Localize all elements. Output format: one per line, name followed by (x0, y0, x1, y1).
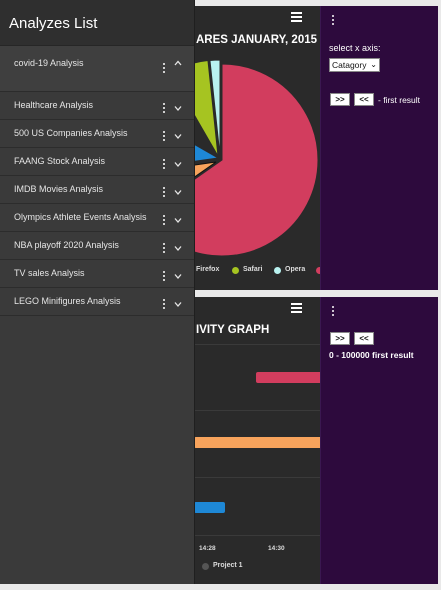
sidebar-title: Analyzes List (9, 15, 98, 32)
chart-controls: select x axis: Catagory ⌄ >> << - first … (320, 6, 438, 290)
pie-chart-area: ARES JANUARY, 2015 TO Firefox Safari Ope… (194, 6, 320, 290)
prev-page-button[interactable]: << (354, 332, 374, 345)
chevron-down-icon[interactable] (174, 160, 182, 168)
prev-page-button[interactable]: << (354, 93, 374, 106)
gantt-bar-1[interactable] (256, 372, 320, 383)
grid-line (194, 477, 320, 478)
legend-safari[interactable]: Safari (243, 266, 262, 273)
more-options-icon[interactable] (162, 159, 166, 170)
sidebar-item[interactable]: NBA playoff 2020 Analysis (0, 232, 194, 260)
sidebar-item[interactable]: covid-19 Analysis (0, 46, 194, 92)
next-page-button[interactable]: >> (330, 332, 350, 345)
sidebar-item-label: TV sales Analysis (14, 268, 85, 278)
chevron-up-icon[interactable] (174, 59, 182, 67)
sidebar-item[interactable]: TV sales Analysis (0, 260, 194, 288)
sidebar-item-label: NBA playoff 2020 Analysis (14, 240, 119, 250)
legend-project-dot (202, 563, 209, 570)
sidebar-item-label: IMDB Movies Analysis (14, 184, 104, 194)
sidebar-item-label: Healthcare Analysis (14, 100, 94, 110)
grid-line (194, 410, 320, 411)
x-tick-label: 14:30 (268, 545, 285, 552)
sidebar-item[interactable]: IMDB Movies Analysis (0, 176, 194, 204)
sidebar-item[interactable]: 500 US Companies Analysis (0, 120, 194, 148)
chevron-down-icon[interactable] (174, 188, 182, 196)
controls-menu-icon[interactable] (331, 306, 335, 317)
result-text: 0 - 100000 first result (329, 350, 414, 360)
chevron-down-icon: ⌄ (370, 60, 377, 69)
legend-safari-dot (232, 267, 239, 274)
legend-project-1[interactable]: Project 1 (213, 562, 243, 569)
chevron-down-icon[interactable] (174, 216, 182, 224)
sidebar-item[interactable]: FAANG Stock Analysis (0, 148, 194, 176)
chart-title: IVITY GRAPH (196, 324, 270, 336)
grid-line (194, 344, 320, 345)
sidebar-item-label: 500 US Companies Analysis (14, 128, 128, 138)
dashboard-page: ARES JANUARY, 2015 TO Firefox Safari Ope… (0, 0, 441, 590)
more-options-icon[interactable] (162, 271, 166, 282)
result-text: - first result (378, 95, 421, 105)
x-axis-select-value: Catagory (332, 60, 367, 70)
gantt-bar-3[interactable] (194, 502, 225, 513)
sidebar-item-label: LEGO Minifigures Analysis (14, 296, 121, 306)
chevron-down-icon[interactable] (174, 244, 182, 252)
sidebar-header: Analyzes List (0, 0, 194, 46)
chart-menu-icon[interactable] (291, 303, 302, 313)
chevron-down-icon[interactable] (174, 104, 182, 112)
chevron-down-icon[interactable] (174, 300, 182, 308)
controls-menu-icon[interactable] (331, 15, 335, 26)
pie-chart (194, 59, 319, 257)
analysis-list: covid-19 Analysis Healthcare Analysis 500 … (0, 46, 194, 316)
more-options-icon[interactable] (162, 187, 166, 198)
chevron-down-icon[interactable] (174, 132, 182, 140)
analyzes-sidebar: Analyzes List covid-19 Analysis Healthcar… (0, 0, 195, 584)
more-options-icon[interactable] (162, 243, 166, 254)
legend-opera-dot (274, 267, 281, 274)
more-options-icon[interactable] (162, 299, 166, 310)
sidebar-item-label: covid-19 Analysis (14, 58, 84, 68)
sidebar-item[interactable]: Olympics Athlete Events Analysis (0, 204, 194, 232)
x-tick-label: 14:28 (199, 545, 216, 552)
sidebar-item[interactable]: LEGO Minifigures Analysis (0, 288, 194, 316)
gantt-bar-2[interactable] (194, 437, 320, 448)
sidebar-item-label: FAANG Stock Analysis (14, 156, 106, 166)
select-x-label: select x axis: (329, 43, 381, 53)
chevron-down-icon[interactable] (174, 272, 182, 280)
activity-graph-panel: IVITY GRAPH 14:28 14:30 Project 1 >> << … (194, 297, 438, 584)
browser-share-panel: ARES JANUARY, 2015 TO Firefox Safari Ope… (194, 6, 438, 290)
legend-opera[interactable]: Opera (285, 266, 305, 273)
more-options-icon[interactable] (162, 103, 166, 114)
next-page-button[interactable]: >> (330, 93, 350, 106)
more-options-icon[interactable] (162, 131, 166, 142)
sidebar-item-label: Olympics Athlete Events Analysis (14, 212, 147, 222)
more-options-icon[interactable] (162, 215, 166, 226)
x-axis-select[interactable]: Catagory ⌄ (329, 58, 380, 72)
pie-slice-other[interactable] (194, 63, 319, 257)
legend-firefox[interactable]: Firefox (196, 266, 219, 273)
sidebar-item[interactable]: Healthcare Analysis (0, 92, 194, 120)
more-options-icon[interactable] (162, 63, 166, 74)
chart-controls: >> << 0 - 100000 first result (320, 297, 438, 584)
gantt-chart-area: IVITY GRAPH 14:28 14:30 Project 1 (194, 297, 320, 584)
grid-line (194, 535, 320, 536)
